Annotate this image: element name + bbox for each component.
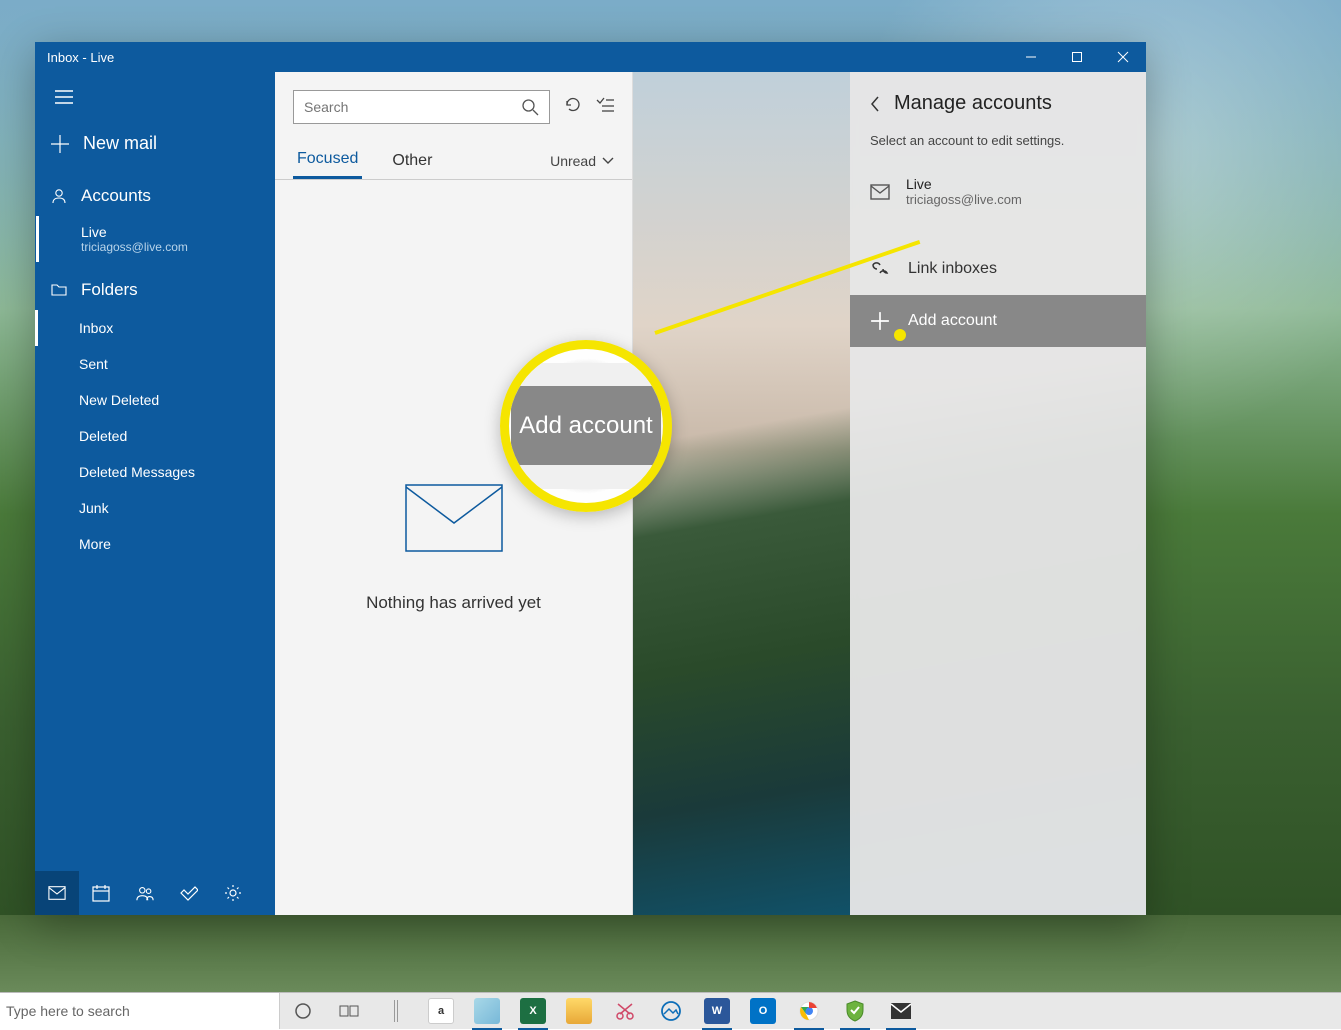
empty-state-text: Nothing has arrived yet [366, 593, 541, 613]
taskbar-search[interactable]: Type here to search [0, 993, 280, 1029]
callout-text: Add account [511, 386, 661, 466]
task-view-button[interactable] [326, 993, 372, 1030]
manage-accounts-panel: Manage accounts Select an account to edi… [850, 72, 1146, 915]
chrome-icon [798, 1000, 820, 1022]
panel-header[interactable]: Manage accounts [850, 92, 1146, 133]
maximize-button[interactable] [1054, 42, 1100, 72]
taskbar-divider [372, 993, 418, 1030]
taskbar-app-explorer[interactable] [556, 993, 602, 1030]
accounts-header[interactable]: Accounts [35, 168, 275, 216]
add-account-label: Add account [908, 312, 997, 330]
panel-account-name: Live [906, 176, 1022, 192]
todo-nav-button[interactable] [167, 871, 211, 915]
envelope-icon [404, 483, 504, 553]
callout-connector-dot [894, 329, 906, 341]
folder-deleted[interactable]: Deleted [35, 418, 275, 454]
reading-pane: Manage accounts Select an account to edi… [633, 72, 1146, 915]
folder-list: Inbox Sent New Deleted Deleted Deleted M… [35, 310, 275, 562]
gear-icon [224, 884, 242, 902]
plus-icon [51, 135, 69, 153]
panel-title: Manage accounts [894, 92, 1052, 115]
filter-dropdown[interactable]: Unread [550, 153, 614, 169]
refresh-button[interactable] [564, 96, 582, 119]
panel-subtitle: Select an account to edit settings. [850, 133, 1146, 168]
window-title: Inbox - Live [47, 50, 114, 65]
taskbar-app-amazon[interactable]: a [418, 993, 464, 1030]
taskbar-app-notepad[interactable] [464, 993, 510, 1030]
add-account-button[interactable]: Add account [850, 295, 1146, 347]
panel-account-email: triciagoss@live.com [906, 192, 1022, 207]
taskbar-app-chrome[interactable] [786, 993, 832, 1030]
folder-sent[interactable]: Sent [35, 346, 275, 382]
settings-nav-button[interactable] [211, 871, 255, 915]
search-field[interactable] [304, 99, 492, 115]
shield-icon [845, 1000, 865, 1022]
panel-account-item[interactable]: Live triciagoss@live.com [850, 168, 1146, 215]
new-mail-button[interactable]: New mail [35, 119, 275, 168]
circle-icon [294, 1002, 312, 1020]
people-icon [136, 884, 154, 902]
mail-icon [890, 1002, 912, 1020]
desktop-wallpaper-lower [0, 915, 1341, 992]
search-icon [521, 98, 539, 116]
folder-inbox[interactable]: Inbox [35, 310, 275, 346]
taskbar-search-placeholder: Type here to search [6, 1003, 130, 1019]
calendar-icon [92, 884, 110, 902]
callout-magnifier: Add account [500, 340, 672, 512]
folder-junk[interactable]: Junk [35, 490, 275, 526]
refresh-icon [564, 96, 582, 114]
account-email: triciagoss@live.com [81, 240, 259, 254]
filter-label: Unread [550, 153, 596, 169]
select-mode-button[interactable] [596, 96, 614, 119]
taskbar-app-snip[interactable] [602, 993, 648, 1030]
sidebar-bottom-nav [35, 871, 275, 915]
folders-header[interactable]: Folders [35, 262, 275, 310]
taskbar: Type here to search a X W O [0, 992, 1341, 1029]
calendar-nav-button[interactable] [79, 871, 123, 915]
tab-focused[interactable]: Focused [293, 142, 362, 179]
cortana-button[interactable] [280, 993, 326, 1030]
accounts-header-label: Accounts [81, 186, 151, 206]
taskbar-app-excel[interactable]: X [510, 993, 556, 1030]
new-mail-label: New mail [83, 133, 157, 154]
list-select-icon [596, 96, 614, 114]
mail-icon [48, 884, 66, 902]
account-name: Live [81, 224, 259, 240]
close-button[interactable] [1100, 42, 1146, 72]
folder-more[interactable]: More [35, 526, 275, 562]
taskbar-app-word[interactable]: W [694, 993, 740, 1030]
title-bar[interactable]: Inbox - Live [35, 42, 1146, 72]
hamburger-menu-button[interactable] [35, 72, 275, 119]
folder-new-deleted[interactable]: New Deleted [35, 382, 275, 418]
link-icon [870, 259, 890, 279]
taskbar-app-outlook[interactable]: O [740, 993, 786, 1030]
task-view-icon [339, 1003, 359, 1019]
mail-icon [870, 184, 890, 200]
chevron-down-icon [602, 157, 614, 165]
people-nav-button[interactable] [123, 871, 167, 915]
plus-icon [870, 311, 890, 331]
person-icon [51, 188, 67, 204]
tab-row: Focused Other Unread [275, 136, 632, 180]
mail-nav-button[interactable] [35, 871, 79, 915]
checkmark-icon [180, 884, 198, 902]
sidebar: New mail Accounts Live triciagoss@live.c… [35, 72, 275, 915]
taskbar-app-photos[interactable] [648, 993, 694, 1030]
link-inboxes-label: Link inboxes [908, 260, 997, 278]
taskbar-app-security[interactable] [832, 993, 878, 1030]
photos-icon [660, 1000, 682, 1022]
search-input[interactable] [293, 90, 550, 124]
snip-icon [614, 1000, 636, 1022]
chevron-left-icon [870, 96, 880, 112]
tab-other[interactable]: Other [388, 144, 436, 178]
folder-icon [51, 283, 67, 297]
minimize-button[interactable] [1008, 42, 1054, 72]
folders-header-label: Folders [81, 280, 138, 300]
taskbar-app-mail[interactable] [878, 993, 924, 1030]
folder-deleted-messages[interactable]: Deleted Messages [35, 454, 275, 490]
sidebar-account-live[interactable]: Live triciagoss@live.com [36, 216, 275, 262]
empty-state: Nothing has arrived yet [275, 180, 632, 915]
